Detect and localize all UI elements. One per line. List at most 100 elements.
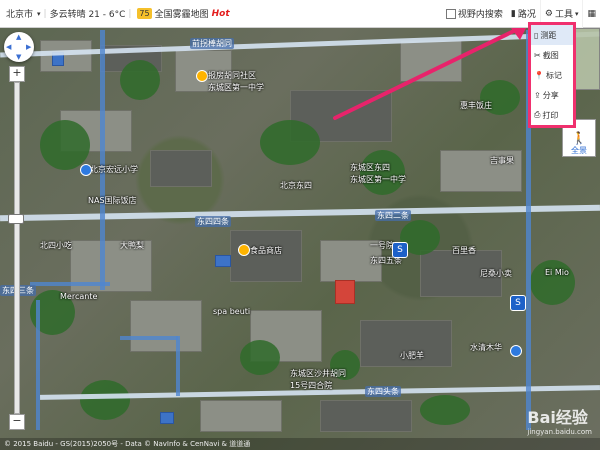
- road-vertical-left: [100, 30, 105, 290]
- place-label: 东城区第一中学: [208, 83, 264, 92]
- tree: [260, 120, 320, 165]
- road-label: 东四二条: [375, 210, 411, 221]
- place-label: 尼桑小卖: [480, 269, 512, 278]
- map-type-button[interactable]: ▦: [583, 0, 600, 27]
- place-label: 北京宏远小学: [90, 165, 138, 174]
- menu-item-label: 测距: [540, 30, 557, 40]
- menu-item-mark[interactable]: 📍 标记: [531, 65, 573, 85]
- aqi-badge: 75: [137, 8, 152, 19]
- subway-icon[interactable]: S: [392, 242, 408, 258]
- place-label: 北四小吃: [40, 241, 72, 250]
- map-copyright: © 2015 Baidu - GS(2015)2050号 - Data © Na…: [0, 438, 600, 450]
- place-label: 百里香: [452, 246, 476, 255]
- building: [130, 300, 202, 352]
- red-roof-building: [335, 280, 355, 304]
- hot-badge: Hot: [211, 8, 230, 19]
- zoom-out-button[interactable]: −: [9, 414, 25, 430]
- place-label: spa beuti: [213, 307, 251, 316]
- city-selector[interactable]: 北京市: [0, 7, 37, 20]
- haze-map-link[interactable]: 全国雾霾地图: [155, 7, 209, 20]
- menu-item-label: 标记: [545, 70, 562, 80]
- place-label: 小肥羊: [400, 351, 424, 360]
- menu-item-label: 截图: [542, 50, 559, 60]
- tree: [240, 340, 280, 375]
- printer-icon: ⎙: [534, 110, 541, 119]
- watermark: Bai经验 jingyan.baidu.com: [527, 404, 592, 436]
- ruler-icon: ▯: [534, 30, 539, 40]
- zoom-slider[interactable]: [8, 82, 24, 414]
- search-in-view-label: 视野内搜索: [457, 10, 503, 20]
- road-side: [120, 336, 178, 340]
- checkbox-icon: [445, 8, 456, 19]
- menu-item-share[interactable]: ⇪ 分享: [531, 85, 573, 105]
- watermark-sub: jingyan.baidu.com: [527, 428, 592, 436]
- arrow-right-icon[interactable]: ▶: [26, 43, 31, 51]
- building: [200, 400, 282, 432]
- traffic-label: 路况: [517, 10, 536, 20]
- pan-control[interactable]: ▲ ▼ ◀ ▶: [4, 32, 34, 62]
- blue-roof-building: [215, 255, 231, 267]
- tree: [530, 260, 575, 305]
- tree: [420, 395, 470, 425]
- road-label: 前拐棒胡同: [190, 38, 234, 49]
- arrow-left-icon[interactable]: ◀: [6, 43, 11, 51]
- poi-marker[interactable]: [238, 244, 250, 256]
- pin-icon: 📍: [534, 70, 544, 80]
- tree: [120, 60, 160, 100]
- tools-label: 工具: [554, 10, 573, 20]
- road-side-left: [30, 282, 110, 286]
- zoom-track: [14, 82, 20, 414]
- place-label: 一号院: [370, 241, 394, 250]
- building: [40, 40, 92, 72]
- road-side-vertical: [176, 336, 180, 396]
- place-label: 大鸭梨: [120, 241, 144, 250]
- place-label: Ei Mio: [545, 268, 569, 277]
- watermark-main: Bai经验: [527, 408, 588, 427]
- poi-marker[interactable]: [80, 164, 92, 176]
- map-icon: ▦: [587, 8, 596, 19]
- place-label: 北京东四: [280, 181, 312, 190]
- road-label: 东四四条: [195, 216, 231, 227]
- road-middle: [0, 204, 600, 222]
- arrow-down-icon[interactable]: ▼: [16, 53, 21, 61]
- top-bar: 北京市 ▾ | 多云转晴 21 - 6°C | 75 全国雾霾地图 Hot 视野…: [0, 0, 600, 28]
- zoom-slider-handle[interactable]: [8, 214, 24, 224]
- place-label: Mercante: [60, 292, 98, 301]
- tree: [40, 120, 90, 170]
- building: [320, 400, 412, 432]
- search-in-view-button[interactable]: 视野内搜索: [442, 0, 507, 27]
- poi-marker[interactable]: [196, 70, 208, 82]
- chevron-down-icon[interactable]: ▾: [37, 10, 41, 18]
- building: [150, 150, 212, 187]
- menu-item-print[interactable]: ⎙ 打印: [531, 105, 573, 125]
- place-label: 15号四合院: [290, 381, 333, 390]
- place-label: NAS国际饭店: [88, 196, 137, 205]
- gear-icon: ⚙: [544, 8, 553, 19]
- share-icon: ⇪: [534, 90, 541, 100]
- place-label: 东城区东四: [350, 163, 390, 172]
- poi-marker[interactable]: [510, 345, 522, 357]
- menu-item-label: 分享: [542, 90, 559, 100]
- place-label: 吉事果: [490, 156, 514, 165]
- menu-item-label: 打印: [542, 110, 559, 120]
- place-label: 东城区第一中学: [350, 175, 406, 184]
- arrow-up-icon[interactable]: ▲: [16, 33, 21, 41]
- traffic-icon: ▮: [510, 8, 516, 19]
- subway-icon[interactable]: S: [510, 295, 526, 311]
- blue-roof-building: [160, 412, 174, 424]
- tree: [80, 380, 130, 420]
- place-label: 食品商店: [250, 246, 282, 255]
- menu-item-measure[interactable]: ▯ 测距: [531, 25, 573, 45]
- scissors-icon: ✂: [534, 50, 541, 60]
- building: [230, 230, 302, 282]
- road-label: 东四头条: [365, 386, 401, 397]
- menu-item-screenshot[interactable]: ✂ 截图: [531, 45, 573, 65]
- chevron-down-icon: ▾: [574, 9, 579, 18]
- weather-text: 多云转晴 21 - 6°C: [49, 10, 126, 20]
- place-label: 东城区沙井胡同: [290, 369, 346, 378]
- panorama-label: 全景: [571, 146, 587, 155]
- place-label: 报房胡同社区: [208, 71, 256, 80]
- tools-dropdown-menu: ▯ 测距 ✂ 截图 📍 标记 ⇪ 分享 ⎙ 打印: [528, 22, 576, 128]
- zoom-in-button[interactable]: +: [9, 66, 25, 82]
- annotation-arrow: [333, 20, 530, 120]
